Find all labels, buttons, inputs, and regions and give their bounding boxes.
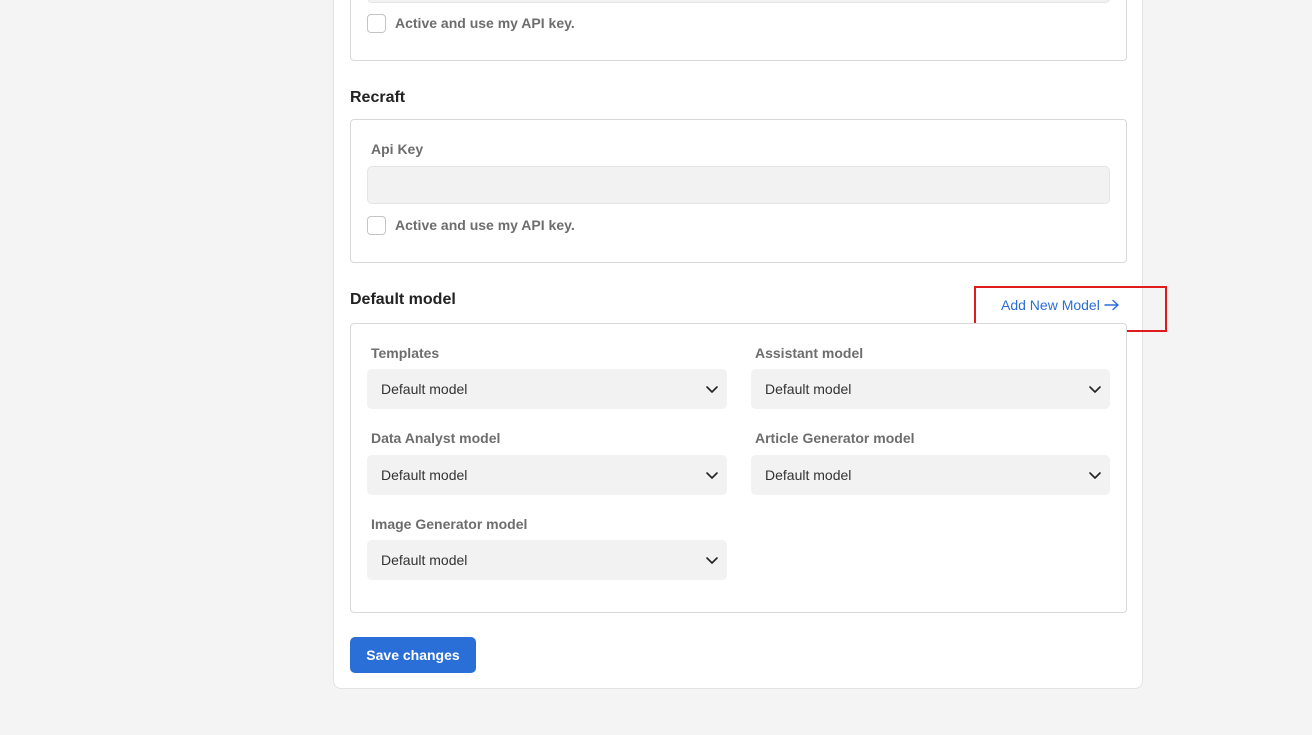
recraft-api-key-label: Api Key bbox=[371, 141, 424, 157]
recraft-api-key-input[interactable] bbox=[367, 166, 1110, 204]
previous-active-checkbox[interactable] bbox=[367, 14, 386, 33]
assistant-model-select-value: Default model bbox=[765, 381, 852, 397]
chevron-down-icon bbox=[706, 386, 718, 393]
data-analyst-model-label: Data Analyst model bbox=[371, 430, 501, 446]
recraft-active-checkbox[interactable] bbox=[367, 216, 386, 235]
templates-label: Templates bbox=[371, 345, 440, 361]
chevron-down-icon bbox=[706, 472, 718, 479]
chevron-down-icon bbox=[1089, 386, 1101, 393]
chevron-down-icon bbox=[1089, 472, 1101, 479]
article-generator-model-label: Article Generator model bbox=[755, 430, 915, 446]
article-generator-model-select-value: Default model bbox=[765, 467, 852, 483]
image-generator-model-select-value: Default model bbox=[381, 552, 468, 568]
previous-api-key-input[interactable] bbox=[367, 0, 1110, 3]
assistant-model-label: Assistant model bbox=[755, 345, 864, 361]
recraft-active-label: Active and use my API key. bbox=[395, 217, 575, 233]
image-generator-model-select[interactable]: Default model bbox=[367, 540, 727, 580]
previous-active-label: Active and use my API key. bbox=[395, 15, 575, 31]
default-model-title: Default model bbox=[350, 291, 456, 308]
chevron-down-icon bbox=[706, 557, 718, 564]
data-analyst-model-select[interactable]: Default model bbox=[367, 455, 727, 495]
article-generator-model-select[interactable]: Default model bbox=[751, 455, 1110, 495]
templates-select[interactable]: Default model bbox=[367, 369, 727, 409]
data-analyst-model-select-value: Default model bbox=[381, 467, 468, 483]
templates-select-value: Default model bbox=[381, 381, 468, 397]
save-changes-button[interactable]: Save changes bbox=[350, 637, 476, 673]
recraft-title: Recraft bbox=[350, 89, 406, 106]
image-generator-model-label: Image Generator model bbox=[371, 516, 528, 532]
assistant-model-select[interactable]: Default model bbox=[751, 369, 1110, 409]
